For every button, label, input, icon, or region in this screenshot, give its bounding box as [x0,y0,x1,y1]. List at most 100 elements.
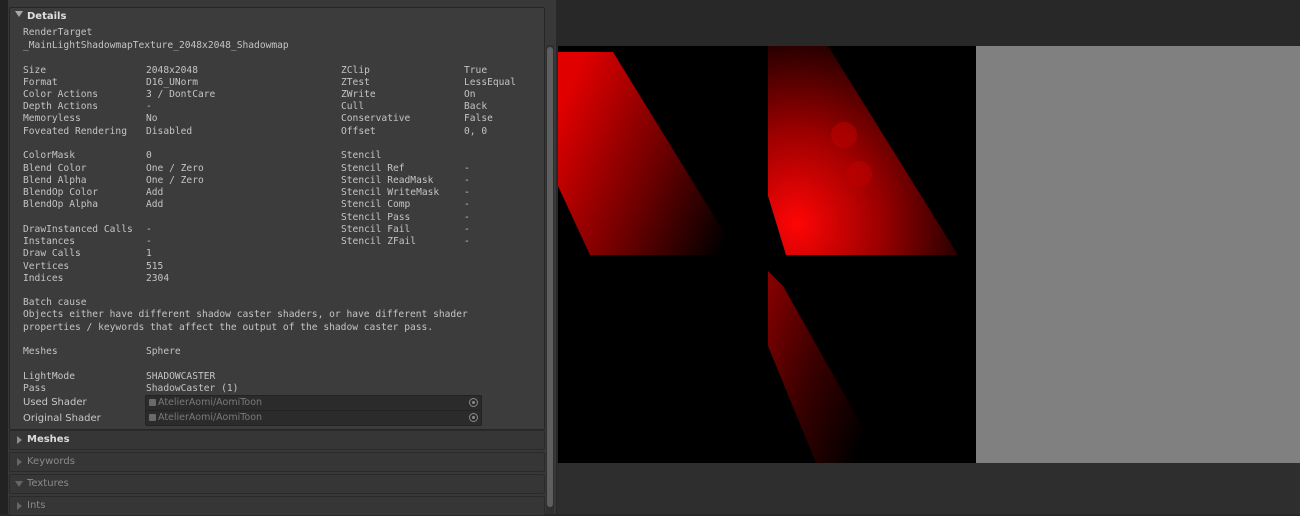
draw-calls-value: 1 [146,248,152,259]
colormask-value: 0 [146,150,152,161]
collapse-triangle-icon [17,502,22,510]
render-target-label: RenderTarget [23,27,93,38]
blendop-color-label: BlendOp Color [23,187,99,198]
format-label: Format [23,77,58,88]
foldout-ints-label: Ints [27,500,46,511]
cull-value: Back [464,101,488,112]
depth-actions-label: Depth Actions [23,101,99,112]
details-title: Details [27,11,67,22]
foldout-ints[interactable]: Ints [9,496,545,516]
lightmode-label: LightMode [23,371,75,382]
stencil-label: Stencil [341,150,382,161]
instances-label: Instances [23,236,75,247]
used-shader-label: Used Shader [23,397,87,408]
cull-label: Cull [341,101,365,112]
shader-icon [149,399,156,406]
expand-triangle-icon[interactable] [15,11,23,17]
stencil-comp-label: Stencil Comp [341,199,411,210]
lightmode-value: SHADOWCASTER [146,371,216,382]
shadow-sphere-b [846,161,872,187]
color-actions-value: 3 / DontCare [146,89,216,100]
stencil-readmask-value: - [464,175,470,186]
zclip-value: True [464,65,488,76]
stencil-writemask-value: - [464,187,470,198]
inspector-scrollbar[interactable] [546,45,554,514]
stencil-ref-value: - [464,163,470,174]
blend-color-label: Blend Color [23,163,87,174]
shadow-caster-c [768,271,883,463]
foldout-textures[interactable]: Textures [9,474,545,494]
zwrite-value: On [464,89,476,100]
original-shader-label: Original Shader [23,413,101,424]
stencil-zfail-value: - [464,236,470,247]
memoryless-label: Memoryless [23,113,81,124]
shadow-caster-a [558,52,738,255]
shadow-sphere-a [831,122,857,148]
foldout-keywords[interactable]: Keywords [9,452,545,472]
zclip-label: ZClip [341,65,370,76]
foldout-textures-label: Textures [27,478,69,489]
original-shader-field[interactable]: AtelierAomi/AomiToon [145,410,482,426]
scrollbar-thumb[interactable] [547,47,553,507]
stencil-pass-label: Stencil Pass [341,212,411,223]
stencil-fail-value: - [464,224,470,235]
object-picker-icon[interactable] [469,398,478,407]
expand-triangle-icon [15,481,23,487]
batch-cause-label: Batch cause [23,297,87,308]
shadowmap-image [558,46,958,463]
blend-color-value: One / Zero [146,163,204,174]
depth-actions-value: - [146,101,152,112]
stencil-pass-value: - [464,212,470,223]
indices-value: 2304 [146,273,170,284]
used-shader-value: AtelierAomi/AomiToon [158,397,263,408]
shadowmap-preview[interactable] [558,46,976,463]
indices-label: Indices [23,273,64,284]
blend-alpha-value: One / Zero [146,175,204,186]
meshes-value: Sphere [146,346,181,357]
ztest-label: ZTest [341,77,370,88]
pass-value: ShadowCaster (1) [146,383,239,394]
stencil-fail-label: Stencil Fail [341,224,411,235]
meshes-label: Meshes [23,346,58,357]
render-target-name: _MainLightShadowmapTexture_2048x2048_Sha… [23,40,289,51]
blendop-alpha-label: BlendOp Alpha [23,199,99,210]
used-shader-field[interactable]: AtelierAomi/AomiToon [145,395,482,411]
offset-value: 0, 0 [464,126,488,137]
zwrite-label: ZWrite [341,89,376,100]
stencil-ref-label: Stencil Ref [341,163,405,174]
foveated-rendering-value: Disabled [146,126,193,137]
drawinstanced-calls-value: - [146,224,152,235]
stencil-readmask-label: Stencil ReadMask [341,175,434,186]
conservative-value: False [464,113,493,124]
stencil-comp-value: - [464,199,470,210]
size-value: 2048x2048 [146,65,198,76]
pass-label: Pass [23,383,47,394]
vertices-value: 515 [146,261,164,272]
stencil-writemask-label: Stencil WriteMask [341,187,440,198]
blend-alpha-label: Blend Alpha [23,175,87,186]
blendop-color-value: Add [146,187,164,198]
foveated-rendering-label: Foveated Rendering [23,126,127,137]
drawinstanced-calls-label: DrawInstanced Calls [23,224,133,235]
foldout-keywords-label: Keywords [27,456,75,467]
instances-value: - [146,236,152,247]
foldout-meshes[interactable]: Meshes [9,430,545,450]
memoryless-value: No [146,113,158,124]
batch-cause-line-1: Objects either have different shadow cas… [23,309,468,320]
collapse-triangle-icon [17,458,22,466]
size-label: Size [23,65,47,76]
offset-label: Offset [341,126,376,137]
collapse-triangle-icon [17,436,22,444]
viewer-bottom-area [557,463,1300,514]
vertices-label: Vertices [23,261,70,272]
shader-icon [149,414,156,421]
shadow-caster-b [768,46,958,255]
object-picker-icon[interactable] [469,413,478,422]
batch-cause-line-2: properties / keywords that affect the ou… [23,322,434,333]
details-header[interactable]: Details [10,8,544,24]
original-shader-value: AtelierAomi/AomiToon [158,412,263,423]
color-actions-label: Color Actions [23,89,99,100]
draw-calls-label: Draw Calls [23,248,81,259]
foldout-meshes-label: Meshes [27,434,70,445]
format-value: D16_UNorm [146,77,198,88]
